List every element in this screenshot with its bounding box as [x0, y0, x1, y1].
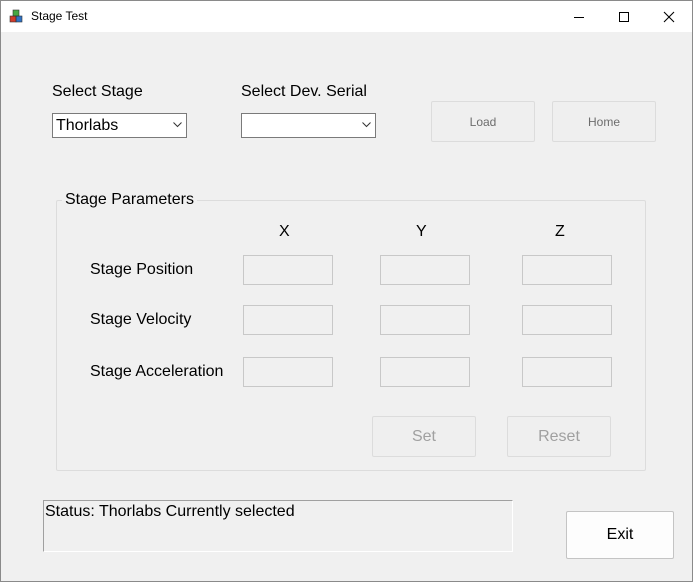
- maximize-icon: [619, 11, 629, 22]
- axis-z-label: Z: [555, 223, 565, 240]
- position-x-field[interactable]: [243, 255, 333, 285]
- minimize-icon: [574, 16, 584, 18]
- close-button[interactable]: [646, 1, 692, 32]
- title-bar: Stage Test: [1, 1, 692, 32]
- select-serial-label: Select Dev. Serial: [241, 83, 367, 100]
- stage-test-window: Stage Test Select Stage Thorlabs Select …: [0, 0, 693, 582]
- exit-button[interactable]: Exit: [566, 511, 674, 559]
- status-text: Status: Thorlabs Currently selected: [45, 503, 295, 520]
- stage-acceleration-label: Stage Acceleration: [90, 363, 224, 380]
- home-button[interactable]: Home: [552, 101, 656, 142]
- select-stage-label: Select Stage: [52, 83, 143, 100]
- app-cubes-icon: [9, 9, 23, 23]
- serial-select[interactable]: [241, 113, 376, 138]
- acceleration-y-field[interactable]: [380, 357, 470, 387]
- stage-parameters-title: Stage Parameters: [62, 191, 197, 209]
- chevron-down-icon: [362, 122, 371, 128]
- axis-y-label: Y: [416, 223, 427, 240]
- stage-select[interactable]: Thorlabs: [52, 113, 187, 138]
- acceleration-x-field[interactable]: [243, 357, 333, 387]
- velocity-z-field[interactable]: [522, 305, 612, 335]
- status-box: Status: Thorlabs Currently selected: [43, 500, 513, 552]
- stage-select-value: Thorlabs: [56, 117, 119, 134]
- position-z-field[interactable]: [522, 255, 612, 285]
- acceleration-z-field[interactable]: [522, 357, 612, 387]
- minimize-button[interactable]: [556, 1, 602, 32]
- stage-position-label: Stage Position: [90, 261, 194, 278]
- close-icon: [663, 11, 675, 22]
- stage-velocity-label: Stage Velocity: [90, 311, 192, 328]
- maximize-button[interactable]: [601, 1, 647, 32]
- chevron-down-icon: [173, 122, 182, 128]
- set-button[interactable]: Set: [372, 416, 476, 457]
- velocity-y-field[interactable]: [380, 305, 470, 335]
- position-y-field[interactable]: [380, 255, 470, 285]
- load-button[interactable]: Load: [431, 101, 535, 142]
- velocity-x-field[interactable]: [243, 305, 333, 335]
- reset-button[interactable]: Reset: [507, 416, 611, 457]
- axis-x-label: X: [279, 223, 290, 240]
- window-title: Stage Test: [31, 9, 88, 23]
